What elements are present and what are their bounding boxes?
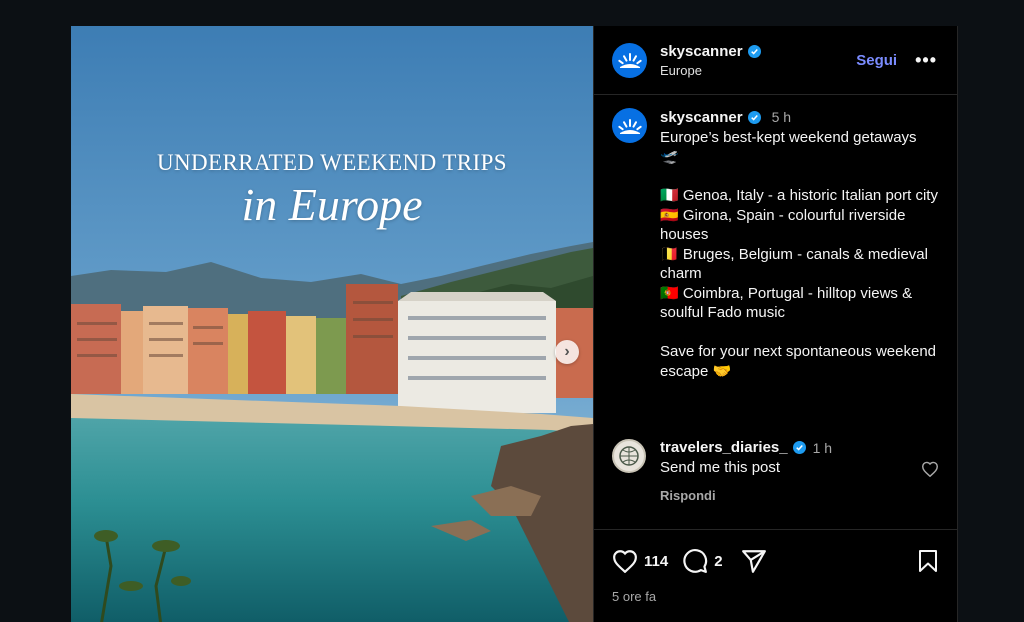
paper-plane-icon (741, 550, 766, 573)
caption-line: Save for your next spontaneous weekend e… (660, 343, 937, 380)
globe-logo-icon (619, 446, 639, 466)
coastal-town-photo (71, 26, 593, 622)
reply-button[interactable]: Rispondi (660, 488, 939, 503)
comment-time: 1 h (812, 439, 833, 456)
next-image-button[interactable]: › (555, 340, 579, 364)
skyscanner-logo-icon (617, 118, 642, 134)
comment-item: travelers_diaries_ 1 h Send me this post… (594, 439, 957, 503)
likes-count[interactable]: 114 (644, 553, 668, 570)
post-photo: UNDERRATED WEEKEND TRIPS in Europe › (71, 26, 593, 622)
verified-badge-icon (792, 441, 806, 454)
caption-line: 🇧🇪 Bruges, Belgium - canals & medieval c… (660, 245, 928, 283)
verified-badge-icon (747, 44, 761, 58)
follow-button[interactable]: Segui (856, 52, 897, 69)
caption-avatar[interactable] (612, 108, 647, 143)
caption-time: 5 h (771, 109, 792, 125)
comment-bubble-icon (683, 549, 708, 573)
caption-line: 🇵🇹 Coimbra, Portugal - hilltop views & s… (660, 284, 913, 322)
caption-line (660, 323, 939, 343)
caption-line (660, 167, 939, 187)
caption-line: Europe’s best-kept weekend getaways (660, 128, 917, 146)
post-side-panel: skyscanner Europe Segui ••• skyscanner 5… (593, 26, 958, 622)
comment-like-heart-icon[interactable] (921, 461, 939, 477)
like-button[interactable]: 114 (612, 549, 668, 573)
caption-line: 🇮🇹 Genoa, Italy - a historic Italian por… (660, 187, 938, 204)
share-button[interactable] (741, 548, 767, 574)
header-username[interactable]: skyscanner (660, 43, 743, 60)
post-actions: 114 2 5 ore fa (594, 529, 957, 604)
avatar[interactable] (612, 42, 647, 78)
comment-username[interactable]: travelers_diaries_ (660, 439, 788, 456)
post-header: skyscanner Europe Segui ••• (594, 26, 957, 95)
comment-text: Send me this post (660, 459, 781, 476)
caption-line: 🇪🇸 Girona, Spain - colourful riverside h… (660, 206, 906, 244)
post-timestamp: 5 ore fa (612, 589, 657, 604)
bookmark-icon (919, 550, 937, 572)
caption-line: 🛫 (660, 148, 679, 165)
comment-button[interactable]: 2 (682, 548, 723, 574)
more-options-icon[interactable]: ••• (915, 50, 937, 71)
skyscanner-logo-icon (617, 53, 642, 68)
heart-icon (613, 550, 637, 573)
headline-line1: UNDERRATED WEEKEND TRIPS (157, 150, 507, 175)
save-button[interactable] (917, 549, 939, 573)
header-location[interactable]: Europe (660, 63, 856, 78)
verified-badge-icon (747, 111, 761, 125)
comments-count: 2 (714, 552, 723, 570)
caption-username[interactable]: skyscanner (660, 108, 743, 128)
comment-avatar[interactable] (612, 439, 646, 473)
headline-line2: in Europe (241, 179, 423, 230)
post-modal: UNDERRATED WEEKEND TRIPS in Europe › sky… (71, 26, 958, 622)
chevron-right-icon: › (564, 343, 570, 360)
post-caption: skyscanner 5 h Europe’s best-kept weeken… (594, 95, 957, 381)
post-headline: UNDERRATED WEEKEND TRIPS in Europe (71, 150, 593, 231)
